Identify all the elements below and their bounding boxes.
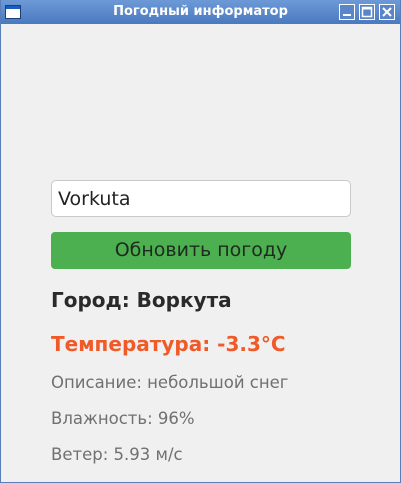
temperature-label: Температура: -3.3°C <box>51 332 286 356</box>
wind-label: Ветер: 5.93 м/с <box>51 445 183 464</box>
app-window: Погодный информатор Vorkuta Обновить пог… <box>0 0 401 483</box>
city-label: Город: Воркута <box>51 288 232 312</box>
maximize-button[interactable] <box>359 4 375 20</box>
minimize-button[interactable] <box>339 4 355 20</box>
close-icon <box>380 5 394 19</box>
close-button[interactable] <box>379 4 395 20</box>
humidity-label: Влажность: 96% <box>51 409 195 428</box>
refresh-weather-button[interactable]: Обновить погоду <box>51 232 351 269</box>
maximize-icon <box>360 5 374 19</box>
minimize-icon <box>340 5 354 19</box>
description-label: Описание: небольшой снег <box>51 373 289 392</box>
title-bar[interactable]: Погодный информатор <box>1 0 400 24</box>
city-input[interactable] <box>51 180 351 217</box>
